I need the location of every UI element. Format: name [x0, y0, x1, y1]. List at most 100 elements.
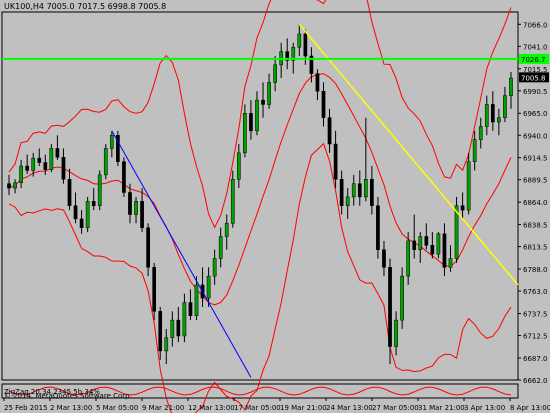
x-tick-label: 24 Mar 13:00: [326, 404, 373, 412]
candle-body: [351, 183, 356, 198]
candle-body: [303, 33, 308, 57]
candle-body: [484, 104, 489, 127]
x-tick-label: 12 Mar 13:00: [188, 404, 235, 412]
candle-body: [315, 73, 320, 92]
chart-window[interactable]: 7066.0 7041.0 7015.5 6990.5 6965.0 6940.0 6914…: [0, 0, 550, 413]
x-tick-label: 9 Mar 21:00: [142, 404, 184, 412]
candle-body: [236, 152, 241, 180]
candle-body: [472, 139, 477, 162]
candle-body: [37, 157, 42, 163]
x-tick-label: 25 Feb 2015: [4, 404, 48, 412]
candle-body: [490, 104, 495, 123]
x-tick-label: 2 Mar 13:00: [50, 404, 92, 412]
candle-body: [249, 112, 253, 132]
candle-body: [25, 165, 30, 171]
y-tick-label: 6990.5: [523, 88, 548, 96]
y-tick-label: 6763.0: [523, 288, 548, 296]
x-tick-label: 5 Mar 05:00: [96, 404, 138, 412]
candle-body: [212, 258, 217, 277]
candle-body: [339, 179, 344, 206]
candle-body: [122, 161, 126, 193]
y-tick-label: 6889.5: [523, 177, 548, 185]
price-chart[interactable]: 7066.07041.07015.56990.56965.06940.06914…: [0, 0, 550, 413]
candle-body: [103, 148, 108, 176]
candle-body: [273, 64, 277, 83]
y-tick-label: 7066.0: [523, 21, 548, 29]
candle-body: [67, 179, 72, 206]
candle-body: [466, 161, 471, 211]
candle-body: [503, 95, 507, 118]
candle-body: [333, 143, 338, 180]
x-tick-label: 27 Mar 05:00: [372, 404, 419, 412]
candle-body: [370, 179, 374, 206]
y-tick-label: 6864.0: [523, 199, 548, 207]
current-price-tag: 7005.8: [521, 74, 546, 82]
y-tick-label: 6712.5: [523, 333, 548, 341]
candle-body: [79, 218, 84, 228]
band-upper: [8, 0, 512, 229]
candle-body: [509, 77, 513, 96]
x-tick-label: 8 Apr 13:00: [510, 404, 550, 412]
candle-body: [424, 236, 429, 246]
candle-body: [224, 223, 229, 237]
candle-body: [357, 183, 362, 198]
y-tick-label: 6965.0: [523, 110, 548, 118]
candle-body: [442, 233, 447, 268]
y-tick-label: 6737.5: [523, 311, 548, 319]
y-tick-label: 6687.0: [523, 355, 548, 363]
band-middle: [8, 73, 512, 306]
y-tick-label: 6914.5: [523, 155, 548, 163]
candle-body: [43, 162, 48, 170]
candle-body: [363, 179, 368, 198]
candle-body: [412, 240, 417, 250]
y-tick-label: 6940.0: [523, 132, 548, 140]
candle-body: [31, 157, 36, 171]
candle-body: [406, 240, 411, 277]
candle-body: [321, 90, 326, 118]
plot-frame: [1, 11, 519, 381]
candle-body: [436, 233, 441, 255]
candle-body: [49, 148, 54, 170]
y-tick-label: 6813.5: [523, 244, 548, 252]
candle-body: [255, 99, 259, 132]
x-tick-label: 19 Mar 21:00: [280, 404, 327, 412]
candle-body: [418, 236, 423, 250]
trend-line-blue: [111, 130, 252, 378]
candle-body: [218, 236, 223, 259]
candle-body: [188, 302, 193, 316]
candle-body: [158, 311, 163, 352]
y-tick-label: 6662.0: [523, 377, 548, 385]
candle-body: [376, 205, 380, 250]
candle-body: [382, 249, 386, 268]
candle-body: [152, 267, 157, 312]
y-tick-label: 7041.0: [523, 43, 548, 51]
candle-body: [91, 201, 96, 206]
candle-body: [327, 117, 332, 145]
chart-header: UK100,H4 7005.0 7017.5 6998.8 7005.8: [4, 2, 167, 11]
candle-body: [128, 192, 132, 215]
band-lower: [8, 142, 512, 413]
candle-body: [13, 182, 17, 189]
candle-body: [164, 337, 169, 352]
x-tick-label: 3 Apr 13:00: [464, 404, 505, 412]
candle-body: [182, 302, 187, 337]
x-tick-label: 17 Mar 05:00: [234, 404, 281, 412]
candle-body: [146, 227, 150, 268]
candle-body: [394, 319, 398, 347]
candle-body: [297, 33, 302, 48]
candle-body: [97, 174, 102, 206]
candle-body: [460, 205, 465, 211]
candle-body: [134, 201, 138, 215]
candle-body: [478, 126, 483, 140]
candle-body: [206, 275, 211, 299]
candle-body: [55, 148, 60, 158]
candle-body: [430, 245, 435, 255]
candle-body: [497, 117, 501, 123]
candle-body: [85, 201, 90, 228]
y-tick-label: 6788.0: [523, 266, 548, 274]
candle-body: [267, 82, 271, 105]
candle-body: [345, 196, 350, 206]
horizontal-price-tag: 7026.7: [521, 56, 546, 64]
candle-body: [261, 99, 265, 105]
candle-body: [388, 267, 392, 347]
